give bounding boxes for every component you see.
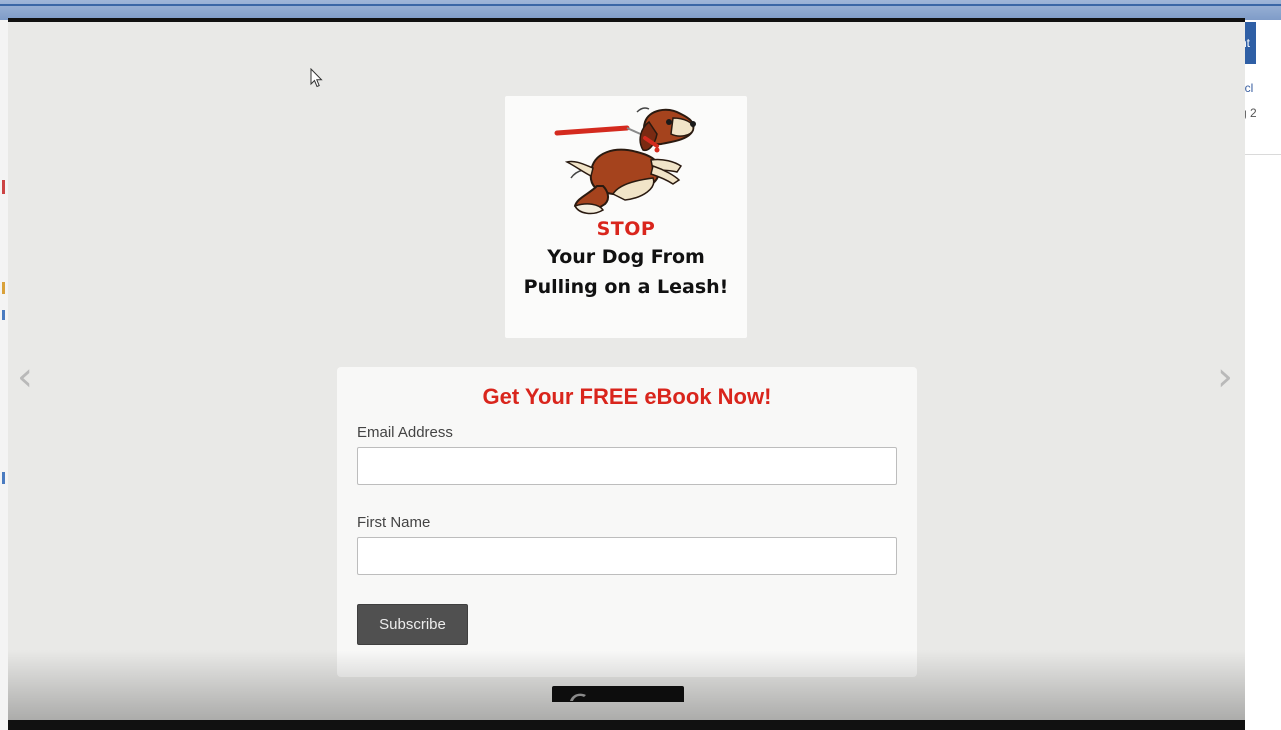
ebook-cover-stop-text: STOP: [596, 218, 656, 240]
ebook-cover-title-line2: Pulling on a Leash!: [523, 276, 729, 298]
background-mark: [2, 472, 5, 484]
background-mark: [2, 282, 5, 294]
background-mark: [2, 180, 5, 194]
background-mark: [2, 310, 5, 320]
screen: nt icl g 2 ‹ › STOP Your Dog From Pullin…: [0, 0, 1281, 730]
player-control-icon: [570, 693, 586, 701]
subscribe-form: Get Your FREE eBook Now! Email Address F…: [337, 367, 917, 677]
email-address-input[interactable]: [357, 447, 897, 485]
lightbox-modal: ‹ › STOP Your Dog From Pulling on a Leas…: [8, 18, 1245, 720]
background-titlebar-divider: [0, 4, 1281, 6]
background-right-divider: [1240, 154, 1281, 155]
dog-on-leash-icon: [554, 107, 696, 215]
ebook-cover-image: STOP Your Dog From Pulling on a Leash!: [505, 96, 747, 338]
background-left-edge: [0, 20, 8, 730]
background-right-panel: [1240, 20, 1281, 730]
next-slide-arrow-icon[interactable]: ›: [1212, 357, 1238, 397]
previous-slide-arrow-icon[interactable]: ‹: [12, 357, 38, 397]
form-title: Get Your FREE eBook Now!: [482, 384, 772, 409]
subscribe-button[interactable]: Subscribe: [357, 604, 468, 645]
mouse-pointer-icon: [310, 68, 323, 88]
first-name-label: First Name: [357, 514, 431, 531]
video-player-control[interactable]: [552, 686, 684, 702]
ebook-cover-title-line1: Your Dog From: [547, 246, 705, 268]
lightbox-bottom-bar: [8, 720, 1245, 730]
first-name-input[interactable]: [357, 537, 897, 575]
email-address-label: Email Address: [357, 424, 453, 441]
